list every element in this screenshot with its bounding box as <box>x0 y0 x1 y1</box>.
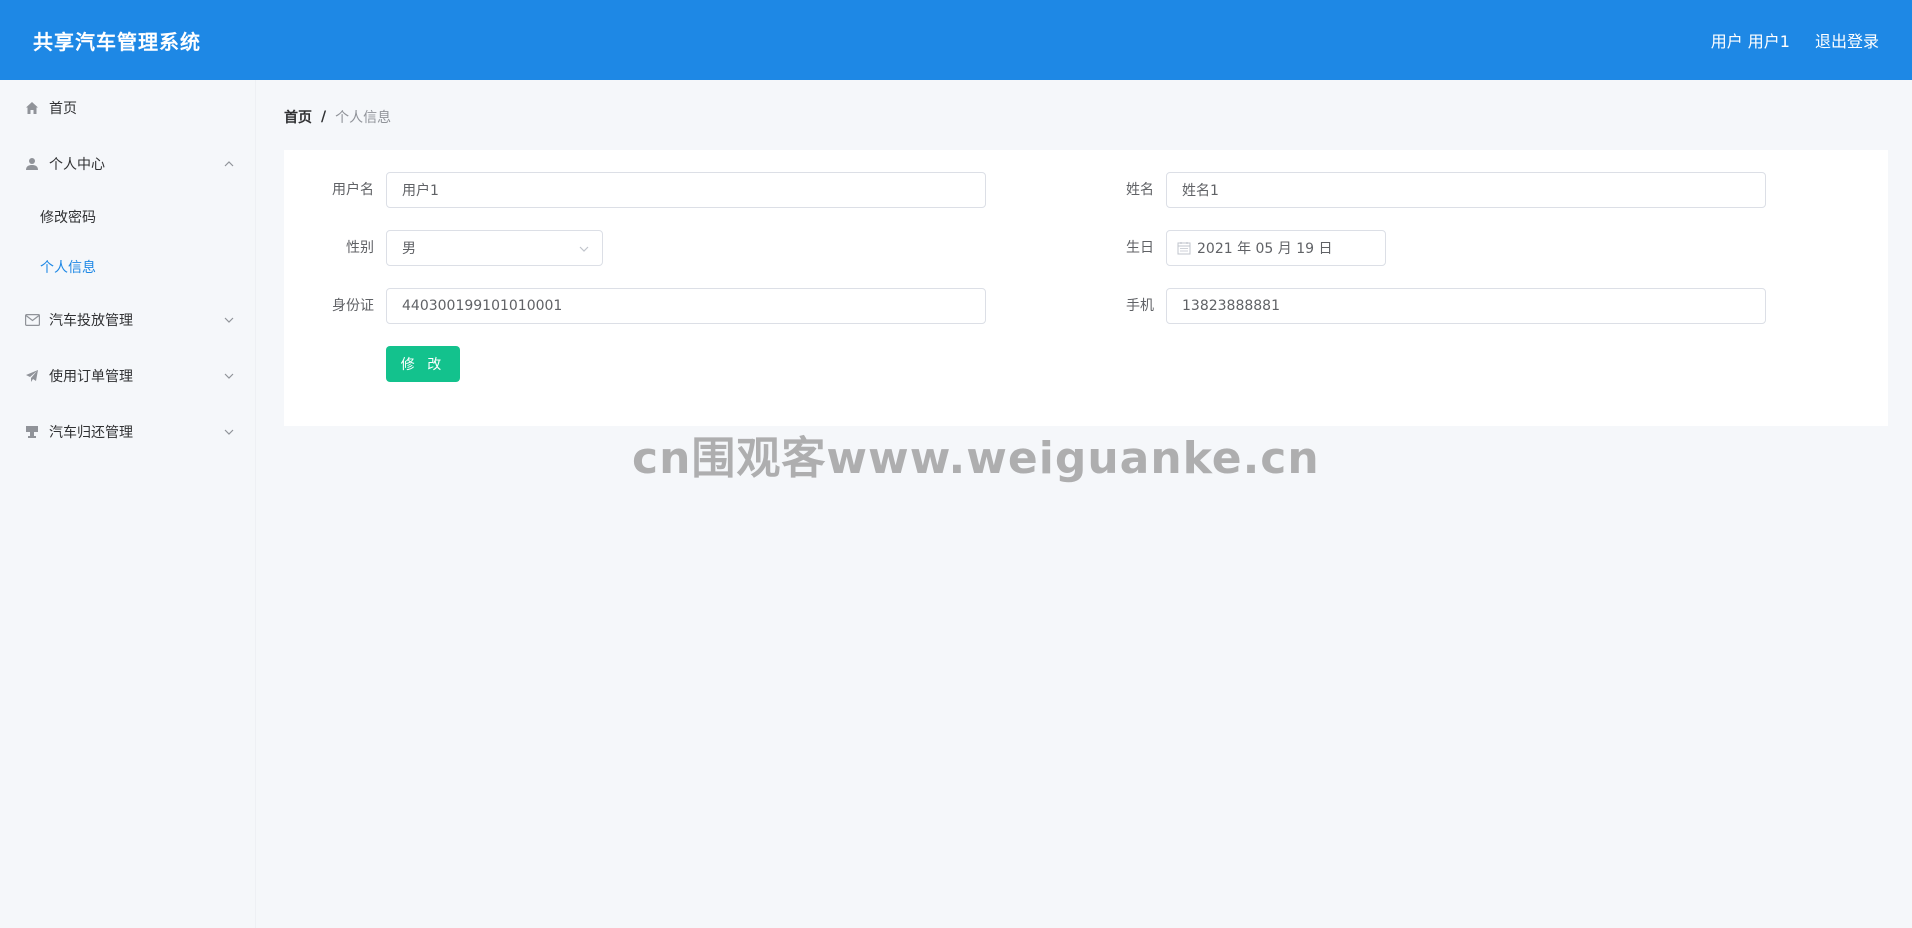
calendar-icon <box>1177 241 1191 255</box>
idcard-field[interactable]: 440300199101010001 <box>386 288 986 324</box>
sidebar-item-change-password[interactable]: 修改密码 <box>0 192 255 242</box>
chevron-down-icon <box>224 373 234 379</box>
chevron-down-icon <box>224 317 234 323</box>
breadcrumb-separator: / <box>321 109 327 125</box>
current-user-label: 用户 用户1 <box>1710 32 1790 51</box>
sidebar-item-orders[interactable]: 使用订单管理 <box>0 348 255 404</box>
breadcrumb-home[interactable]: 首页 <box>284 107 312 127</box>
sidebar-item-label: 汽车投放管理 <box>49 313 133 329</box>
stamp-icon <box>24 424 40 440</box>
chevron-down-icon <box>224 429 234 435</box>
header-right: 用户 用户1 退出登录 <box>1711 28 1879 52</box>
username-value: 用户1 <box>402 183 439 199</box>
sidebar-item-label: 个人中心 <box>49 157 105 173</box>
paper-plane-icon <box>24 368 40 384</box>
idcard-label: 身份证 <box>332 298 374 314</box>
gender-value: 男 <box>402 241 416 257</box>
modify-button[interactable]: 修 改 <box>386 346 460 382</box>
sidebar-item-car-deploy[interactable]: 汽车投放管理 <box>0 292 255 348</box>
gender-label: 性别 <box>346 240 374 256</box>
mail-icon <box>24 312 40 328</box>
chevron-up-icon <box>224 161 234 167</box>
sidebar-item-car-return[interactable]: 汽车归还管理 <box>0 404 255 460</box>
gender-select[interactable]: 男 <box>386 230 603 266</box>
sidebar-item-personal-info[interactable]: 个人信息 <box>0 242 255 292</box>
phone-field[interactable]: 13823888881 <box>1166 288 1766 324</box>
breadcrumb-current: 个人信息 <box>335 110 392 126</box>
breadcrumb: 首页 / 个人信息 <box>284 107 391 127</box>
sidebar: 首页 个人中心 修改密码 个人信息 汽车投放管理 使用订单管理 汽车归还管理 <box>0 80 256 928</box>
phone-value: 13823888881 <box>1182 298 1280 314</box>
sidebar-item-label: 首页 <box>49 101 77 117</box>
sidebar-item-label: 使用订单管理 <box>49 369 133 385</box>
birthday-label: 生日 <box>1126 240 1154 256</box>
idcard-value: 440300199101010001 <box>402 298 563 314</box>
personal-info-form: 用户名 用户1 姓名 姓名1 性别 男 生日 2021 年 05 月 19 日 … <box>284 150 1888 426</box>
name-value: 姓名1 <box>1182 183 1219 199</box>
home-icon <box>24 100 40 116</box>
birthday-value: 2021 年 05 月 19 日 <box>1197 241 1333 257</box>
birthday-date-picker[interactable]: 2021 年 05 月 19 日 <box>1166 230 1386 266</box>
name-label: 姓名 <box>1126 182 1154 198</box>
name-field[interactable]: 姓名1 <box>1166 172 1766 208</box>
sidebar-item-home[interactable]: 首页 <box>0 80 255 136</box>
user-icon <box>24 156 40 172</box>
sidebar-item-label: 汽车归还管理 <box>49 425 133 441</box>
sidebar-item-personal-center[interactable]: 个人中心 <box>0 136 255 192</box>
username-field[interactable]: 用户1 <box>386 172 986 208</box>
logout-button[interactable]: 退出登录 <box>1815 28 1879 52</box>
phone-label: 手机 <box>1126 298 1154 314</box>
app-title: 共享汽车管理系统 <box>33 29 201 54</box>
chevron-down-icon <box>579 246 589 252</box>
watermark: cn围观客www.weiguanke.cn <box>632 433 1320 484</box>
top-header: 共享汽车管理系统 用户 用户1 退出登录 <box>0 0 1912 80</box>
username-label: 用户名 <box>332 182 374 198</box>
